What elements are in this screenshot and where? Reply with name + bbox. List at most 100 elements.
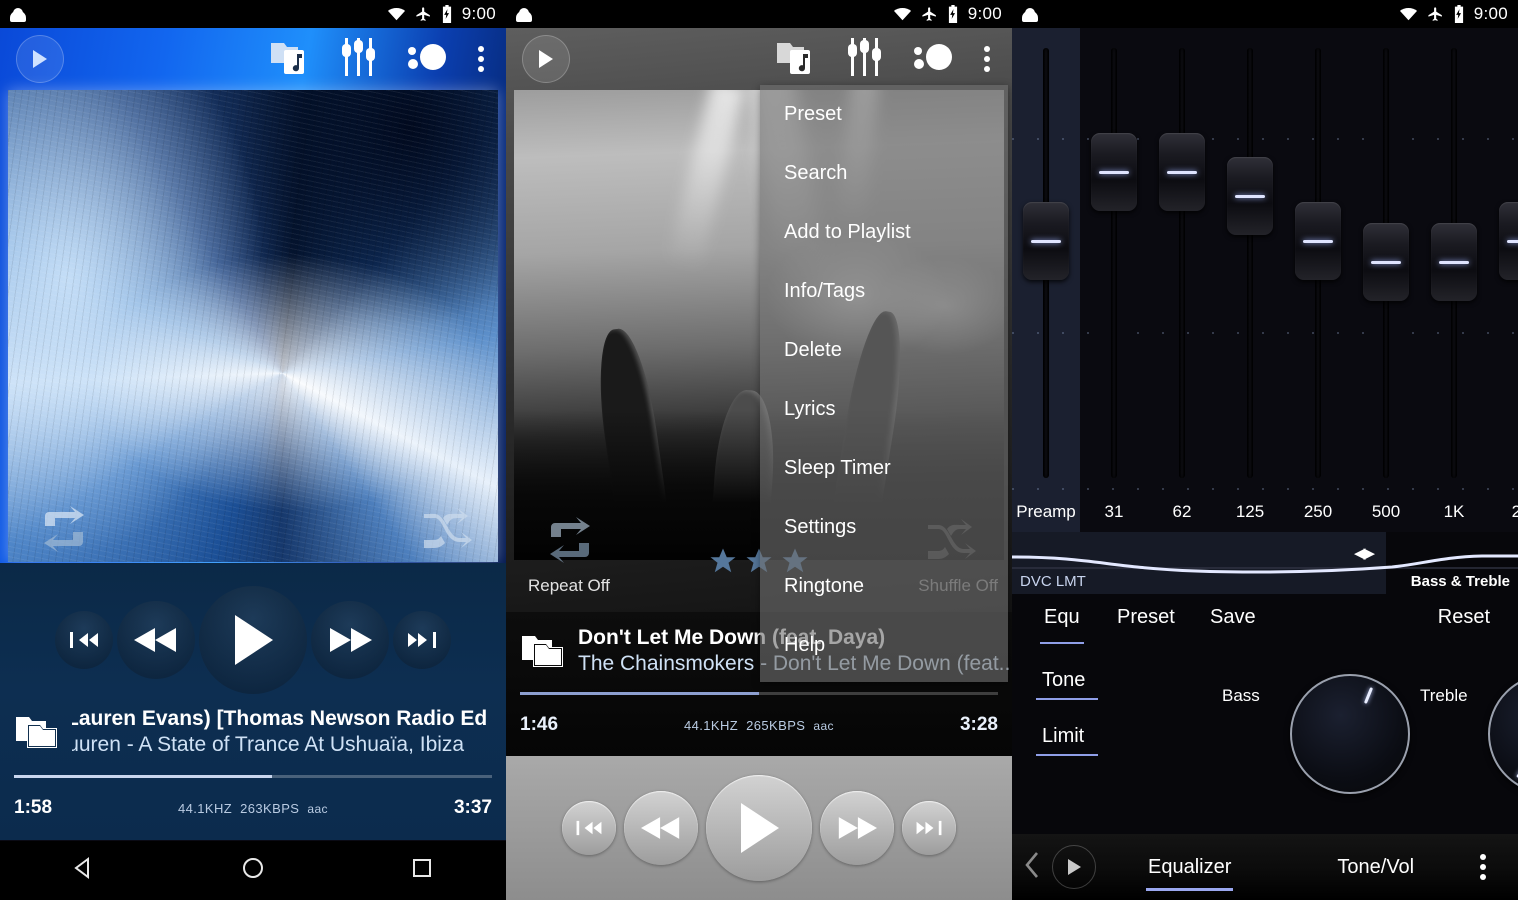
mini-play-button-p3[interactable] — [1052, 845, 1096, 889]
eq-slider-1k[interactable] — [1426, 48, 1482, 478]
kebab-menu-icon[interactable] — [984, 46, 990, 72]
eq-band-label-1k[interactable]: 1K — [1420, 492, 1488, 532]
battery-charging-icon — [442, 5, 451, 23]
folder-icon-p2 — [520, 630, 566, 673]
folder-music-icon[interactable] — [776, 39, 816, 80]
eq-slider-thumb-250[interactable] — [1295, 202, 1341, 280]
bass-knob-label: Bass — [1222, 686, 1260, 705]
shuffle-icon-p1[interactable] — [422, 508, 472, 557]
skip-next-button-p2[interactable] — [902, 801, 956, 855]
side-tab-tone[interactable]: Tone — [1035, 652, 1099, 708]
eq-slider-thumb-500[interactable] — [1363, 223, 1409, 302]
menu-item-delete[interactable]: Delete — [760, 321, 1008, 380]
fast-forward-button-p2[interactable] — [820, 791, 894, 865]
header-play-button-p2[interactable] — [522, 35, 570, 83]
panel3-bottom-nav: Equalizer Tone/Vol — [1012, 834, 1518, 900]
panel1-body: eat. Lauren Evans) [Thomas Newson Radio … — [0, 28, 506, 840]
eq-slider-preamp[interactable] — [1018, 48, 1074, 478]
seek-bar-p1[interactable] — [14, 775, 492, 778]
menu-item-sleep-timer[interactable]: Sleep Timer — [760, 439, 1008, 498]
eq-slider-2k[interactable] — [1494, 48, 1518, 478]
play-icon — [741, 803, 779, 853]
eq-band-label-125[interactable]: 125 — [1216, 492, 1284, 532]
rewind-button-p1[interactable] — [117, 601, 195, 679]
header-play-button-p1[interactable] — [16, 35, 64, 83]
eq-slider-thumb-1k[interactable] — [1431, 223, 1477, 302]
menu-item-help[interactable]: Help — [760, 616, 1008, 675]
panel1-header — [0, 28, 506, 90]
menu-item-lyrics[interactable]: Lyrics — [760, 380, 1008, 439]
fast-forward-icon — [330, 628, 372, 652]
rewind-button-p2[interactable] — [624, 791, 698, 865]
left-right-arrows-icon[interactable]: ◀▶ — [1354, 544, 1375, 562]
kebab-menu-icon[interactable] — [1480, 854, 1486, 880]
side-tab-limit[interactable]: Limit — [1035, 708, 1099, 764]
eq-slider-thumb-125[interactable] — [1227, 157, 1273, 236]
eq-slider-500[interactable] — [1358, 48, 1414, 478]
skip-previous-button-p2[interactable] — [562, 801, 616, 855]
eq-band-label-250[interactable]: 250 — [1284, 492, 1352, 532]
play-icon — [539, 50, 553, 68]
overflow-dropdown-menu[interactable]: Preset Search Add to Playlist Info/Tags Dele… — [760, 85, 1008, 682]
menu-item-settings[interactable]: Settings — [760, 498, 1008, 557]
status-time: 9:00 — [461, 4, 496, 23]
equalizer-sliders-icon[interactable] — [848, 37, 882, 81]
skip-next-button-p1[interactable] — [393, 611, 451, 669]
airplane-mode-icon — [922, 6, 936, 21]
skip-previous-icon — [70, 632, 98, 648]
eq-slider-250[interactable] — [1290, 48, 1346, 478]
menu-item-info-tags[interactable]: Info/Tags — [760, 262, 1008, 321]
eq-band-label-62[interactable]: 62 — [1148, 492, 1216, 532]
folder-music-icon[interactable] — [270, 39, 310, 80]
visualizer-icon[interactable] — [408, 42, 446, 77]
tab-equalizer-p3[interactable]: Equalizer — [1145, 856, 1234, 891]
wifi-icon — [1399, 7, 1417, 21]
panel1-album-art — [8, 90, 498, 562]
menu-item-ringtone[interactable]: Ringtone — [760, 557, 1008, 616]
eq-slider-thumb-31[interactable] — [1091, 133, 1137, 212]
tab-reset[interactable]: Reset — [1438, 594, 1490, 640]
eq-band-label-500[interactable]: 500 — [1352, 492, 1420, 532]
menu-item-preset[interactable]: Preset — [760, 85, 1008, 144]
play-button-p1[interactable] — [199, 586, 307, 694]
eq-response-curve-row[interactable]: ◀▶ DVC LMT Bass & Treble — [1012, 532, 1518, 594]
tab-preset[interactable]: Preset — [1117, 594, 1175, 640]
seek-bar-p2[interactable] — [520, 692, 998, 695]
equalizer-sliders-icon[interactable] — [342, 37, 376, 81]
panel1-track-meta: eat. Lauren Evans) [Thomas Newson Radio … — [0, 699, 506, 765]
visualizer-icon[interactable] — [914, 42, 952, 77]
repeat-icon-p1[interactable] — [38, 506, 90, 557]
skip-previous-button-p1[interactable] — [55, 611, 113, 669]
eq-slider-thumb-preamp[interactable] — [1023, 202, 1069, 280]
eq-band-label-31[interactable]: 31 — [1080, 492, 1148, 532]
menu-item-search[interactable]: Search — [760, 144, 1008, 203]
tab-save[interactable]: Save — [1210, 594, 1256, 640]
wifi-icon — [387, 7, 405, 21]
android-robot-icon — [516, 7, 532, 22]
star-icon[interactable] — [708, 546, 738, 576]
eq-slider-31[interactable] — [1086, 48, 1142, 478]
eq-slider-62[interactable] — [1154, 48, 1210, 478]
airplane-mode-icon — [416, 6, 430, 21]
treble-knob[interactable] — [1488, 674, 1518, 794]
play-button-p2[interactable] — [706, 775, 812, 881]
android-robot-icon — [1022, 7, 1038, 22]
eq-tab-row: Equ Preset Save Reset — [1012, 594, 1518, 652]
recents-icon[interactable] — [410, 856, 434, 885]
eq-slider-thumb-2k[interactable] — [1499, 202, 1518, 280]
chevron-left-icon[interactable] — [1024, 851, 1042, 884]
tab-equ[interactable]: Equ — [1040, 594, 1084, 644]
eq-band-label-preamp[interactable]: Preamp — [1012, 492, 1080, 532]
menu-item-add-to-playlist[interactable]: Add to Playlist — [760, 203, 1008, 262]
equalizer-sliders-area[interactable] — [1012, 28, 1518, 492]
fast-forward-button-p1[interactable] — [311, 601, 389, 679]
tab-tone-vol-p3[interactable]: Tone/Vol — [1337, 856, 1414, 879]
home-icon[interactable] — [241, 856, 265, 885]
eq-band-label-2k[interactable]: 2K — [1488, 492, 1518, 532]
battery-charging-icon — [948, 5, 957, 23]
bass-knob[interactable] — [1290, 674, 1410, 794]
eq-slider-thumb-62[interactable] — [1159, 133, 1205, 212]
back-icon[interactable] — [72, 856, 96, 885]
kebab-menu-icon[interactable] — [478, 46, 484, 72]
eq-slider-125[interactable] — [1222, 48, 1278, 478]
